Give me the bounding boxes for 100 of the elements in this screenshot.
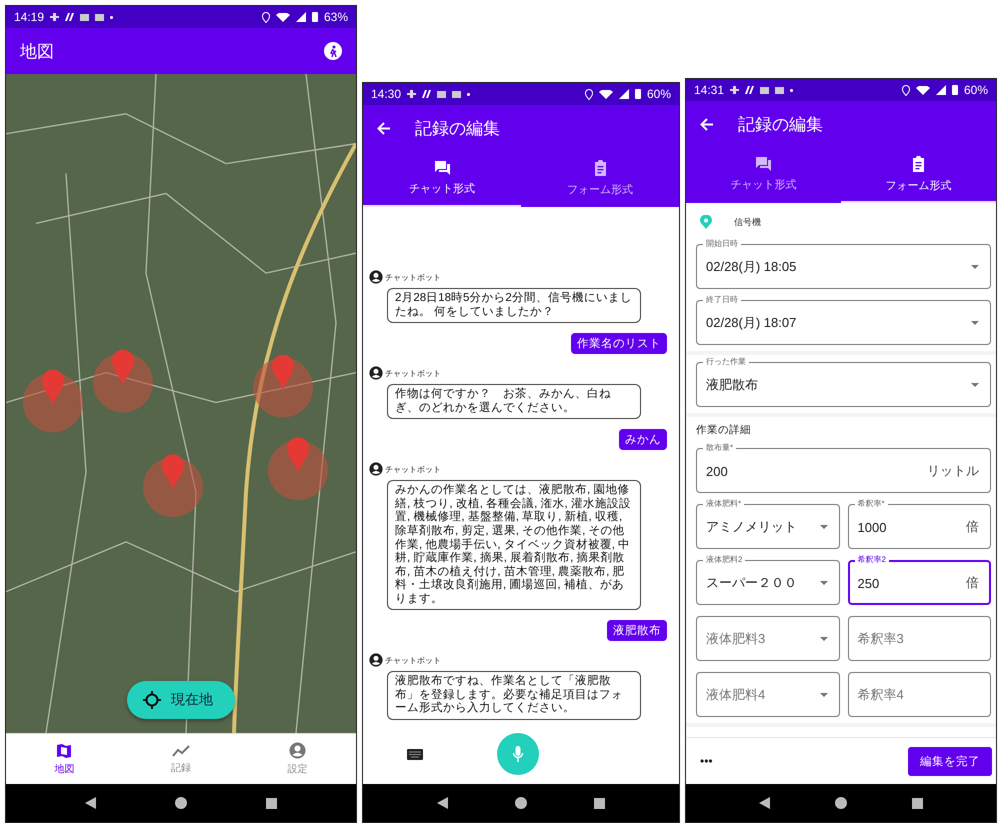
text-field[interactable]: 希釈率* 1000 倍	[848, 499, 991, 549]
location-icon	[262, 12, 270, 22]
dropdown-field[interactable]: 開始日時 02/28(月) 18:05	[696, 239, 991, 289]
recents-icon[interactable]	[266, 798, 277, 808]
battery-icon	[952, 85, 958, 95]
text-field[interactable]: 希釈率2 250 倍	[848, 555, 991, 605]
walking-person-icon[interactable]	[324, 42, 342, 60]
battery-percent: 60%	[646, 87, 671, 101]
chat-icon	[755, 156, 772, 171]
notification-icon	[50, 13, 60, 21]
tab[interactable]: フォーム形式	[841, 147, 996, 203]
field-label: 終了日時	[703, 295, 741, 305]
notification-icon	[745, 86, 754, 94]
wifi-icon	[276, 12, 290, 22]
back-icon[interactable]	[758, 797, 770, 809]
dropdown-field[interactable]: 液体肥料* アミノメリット	[696, 499, 840, 549]
back-icon[interactable]	[436, 797, 448, 809]
dropdown-field[interactable]: 液体肥料4	[696, 667, 840, 717]
location-icon	[584, 88, 593, 100]
finish-editing-button[interactable]: 編集を完了	[908, 746, 992, 776]
dropdown-field[interactable]: 行った作業 液肥散布	[696, 357, 991, 407]
text-field[interactable]: 希釈率3	[848, 611, 991, 661]
sender-name: チャットボット	[385, 464, 441, 475]
app-bar-title: 地図	[20, 40, 55, 62]
account-icon	[289, 742, 306, 759]
dropdown-field[interactable]: 液体肥料3	[696, 611, 840, 661]
account-icon	[369, 462, 383, 476]
recents-icon[interactable]	[912, 798, 924, 808]
account-icon	[369, 270, 383, 284]
current-location-button[interactable]: 現在地	[127, 681, 235, 719]
user-message: みかん	[619, 429, 667, 450]
battery-percent: 60%	[964, 83, 988, 97]
keyboard-icon[interactable]	[407, 748, 423, 760]
microphone-icon	[512, 745, 524, 763]
wifi-icon	[916, 86, 930, 94]
notification-icon	[422, 90, 432, 98]
sender-name: チャットボット	[385, 272, 441, 282]
dropdown-caret-icon	[971, 321, 979, 325]
notification-icon	[65, 13, 74, 21]
field-label: 散布量*	[703, 443, 736, 453]
user-message: 液肥散布	[607, 620, 667, 642]
field-label: 希釈率2	[854, 555, 889, 565]
dot-icon	[790, 88, 794, 92]
crosshair-icon	[143, 691, 161, 709]
dropdown-caret-icon	[820, 525, 828, 529]
tab[interactable]: チャット形式	[363, 151, 521, 207]
account-icon	[369, 366, 383, 380]
chat-icon	[434, 160, 450, 175]
dropdown-caret-icon	[820, 693, 828, 697]
notification-icon	[730, 86, 740, 94]
home-icon[interactable]	[514, 797, 527, 809]
status-time: 14:31	[694, 83, 724, 97]
sender-name: チャットボット	[385, 654, 441, 666]
clipboard-icon	[912, 156, 925, 172]
map-icon	[56, 742, 72, 758]
bot-message: みかんの作業名としては、液肥散布, 園地修繕, 枝つり, 改植, 各種会議, 潅水, 灌水施設設置, 機械修理, 基盤整備, 草取り, 新植, 収穫, 除草剤散布, 剪定, 選果, その他作業, その他作業, 他農場手伝い, タイベック資材被覆, 中耕, 貯蔵庫作業, 摘果, 展着剤散布, 摘果剤散布, 苗木の植え付け, 苗木管理, 農薬散布, 肥料・土壌改良剤施用, 圃場巡回, 補植、があります。	[387, 480, 641, 610]
back-arrow-icon[interactable]	[700, 118, 714, 130]
more-button[interactable]: •••	[700, 754, 713, 768]
dropdown-caret-icon	[971, 265, 979, 269]
app-bar-title: 記録の編集	[415, 118, 501, 140]
signal-icon	[296, 12, 306, 22]
account-icon	[369, 653, 383, 668]
satellite-map-drawing[interactable]	[6, 74, 356, 733]
dot-icon	[110, 16, 114, 18]
bot-message: 作物は何ですか？ お茶、みかん、白ねぎ、のどれかを選んでください。	[387, 384, 641, 420]
dropdown-caret-icon	[971, 383, 979, 387]
home-icon[interactable]	[834, 797, 847, 809]
battery-icon	[312, 12, 318, 22]
recents-icon[interactable]	[594, 798, 606, 808]
user-message: 作業名のリスト	[571, 333, 667, 354]
dropdown-caret-icon	[820, 637, 828, 641]
text-field[interactable]: 希釈率4	[848, 667, 991, 717]
notification-icon	[407, 90, 416, 98]
back-icon[interactable]	[85, 797, 96, 809]
tab[interactable]: フォーム形式	[521, 151, 679, 207]
bot-message: 2月28日18時5分から2分間、信号機にいましたね。 何をしていましたか？	[387, 288, 641, 324]
section-title: 作業の詳細	[696, 423, 752, 437]
unit-label: 倍	[966, 518, 979, 536]
signal-icon	[936, 85, 946, 95]
battery-percent: 63%	[324, 10, 348, 24]
field-label: 液体肥料2	[703, 555, 746, 565]
back-arrow-icon[interactable]	[377, 122, 391, 134]
field-label: 液体肥料*	[703, 499, 744, 509]
sender-name: チャットボット	[385, 368, 441, 379]
field-label: 開始日時	[703, 239, 741, 249]
signal-icon	[618, 89, 629, 99]
location-icon	[902, 84, 910, 96]
wifi-icon	[598, 90, 613, 98]
status-time: 14:19	[14, 10, 44, 24]
dropdown-field[interactable]: 液体肥料2 スーパー２００	[696, 555, 840, 605]
status-time: 14:30	[371, 87, 402, 101]
tab[interactable]: チャット形式	[686, 147, 841, 203]
home-icon[interactable]	[174, 797, 187, 809]
text-field[interactable]: 散布量* 200 リットル	[696, 443, 991, 493]
dot-icon	[467, 92, 470, 96]
dropdown-field[interactable]: 終了日時 02/28(月) 18:07	[696, 295, 991, 345]
unit-label: 倍	[966, 574, 979, 592]
field-label: 希釈率*	[854, 499, 888, 509]
clipboard-icon	[594, 160, 606, 176]
dropdown-caret-icon	[820, 581, 828, 585]
